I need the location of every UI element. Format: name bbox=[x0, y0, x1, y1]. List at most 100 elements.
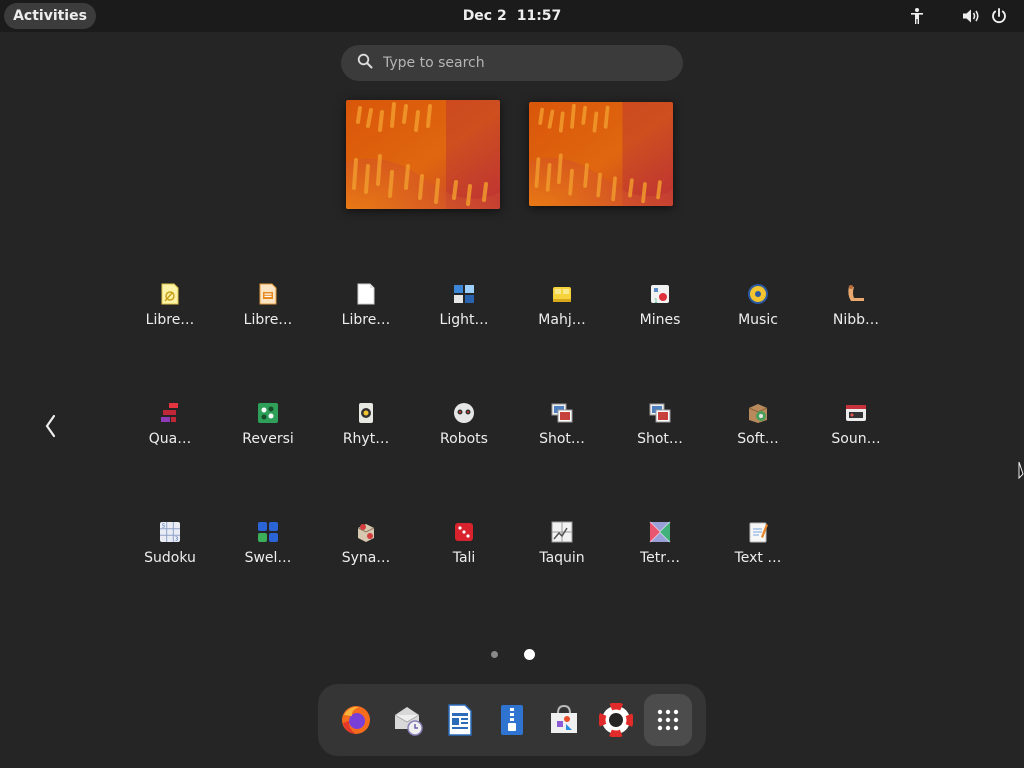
svg-text:3: 3 bbox=[175, 537, 178, 543]
app-tile[interactable]: Shot… bbox=[611, 391, 709, 471]
app-tile[interactable]: Swel… bbox=[219, 510, 317, 590]
power-icon[interactable] bbox=[990, 7, 1008, 25]
show-applications-icon bbox=[657, 709, 679, 731]
clock-time: 11:57 bbox=[516, 8, 562, 24]
app-tile[interactable]: Libre… bbox=[219, 272, 317, 352]
app-label: Sudoku bbox=[144, 550, 196, 566]
software-properties-icon bbox=[747, 402, 769, 424]
accessibility-icon[interactable] bbox=[908, 7, 926, 25]
text-editor-icon bbox=[747, 521, 769, 543]
app-tile[interactable]: Tali bbox=[415, 510, 513, 590]
nibbles-icon bbox=[845, 283, 867, 305]
app-tile[interactable]: Robots bbox=[415, 391, 513, 471]
top-bar: Activities Dec 2 11:57 bbox=[0, 0, 1024, 32]
dash-item-software[interactable] bbox=[540, 694, 588, 746]
app-label: Nibb… bbox=[832, 312, 880, 328]
app-tile[interactable]: Text … bbox=[709, 510, 807, 590]
dash-item-writer[interactable] bbox=[436, 694, 484, 746]
mahjongg-icon bbox=[551, 283, 573, 305]
app-tile[interactable]: Libre… bbox=[121, 272, 219, 352]
search-input[interactable] bbox=[383, 55, 663, 71]
app-tile[interactable]: 53 Sudoku bbox=[121, 510, 219, 590]
app-label: Mines bbox=[639, 312, 681, 328]
app-tile[interactable]: Libre… bbox=[317, 272, 415, 352]
dash-item-firefox[interactable] bbox=[332, 694, 380, 746]
app-label: Soun… bbox=[831, 431, 881, 447]
app-label: Soft… bbox=[737, 431, 779, 447]
text-document-icon bbox=[501, 705, 523, 735]
app-tile[interactable]: Soft… bbox=[709, 391, 807, 471]
app-label: Robots bbox=[440, 431, 488, 447]
clock-button[interactable]: Dec 2 11:57 bbox=[0, 0, 1024, 32]
search-icon bbox=[357, 53, 373, 73]
app-label: Light… bbox=[439, 312, 489, 328]
rhythmbox-icon bbox=[355, 402, 377, 424]
robots-icon bbox=[453, 402, 475, 424]
svg-text:1: 1 bbox=[654, 298, 658, 305]
swell-foop-icon bbox=[257, 521, 279, 543]
app-tile[interactable]: Soun… bbox=[807, 391, 905, 471]
app-tile[interactable]: Light… bbox=[415, 272, 513, 352]
wallpaper-image bbox=[346, 100, 500, 209]
app-label: Music bbox=[738, 312, 778, 328]
tetravex-icon bbox=[649, 521, 671, 543]
dash-item-mail[interactable] bbox=[384, 694, 432, 746]
firefox-icon bbox=[342, 706, 370, 734]
app-label: Libre… bbox=[341, 312, 391, 328]
shotwell-icon bbox=[551, 402, 573, 424]
app-label: Tali bbox=[452, 550, 476, 566]
app-tile[interactable]: Nibb… bbox=[807, 272, 905, 352]
volume-icon[interactable] bbox=[961, 7, 981, 25]
libreoffice-draw-icon bbox=[159, 283, 181, 305]
app-tile[interactable]: Tetr… bbox=[611, 510, 709, 590]
previous-page-button[interactable] bbox=[38, 408, 62, 444]
app-label: Taquin bbox=[539, 550, 585, 566]
libreoffice-impress-icon bbox=[257, 283, 279, 305]
app-tile[interactable]: Taquin bbox=[513, 510, 611, 590]
app-tile[interactable]: 1 Mines bbox=[611, 272, 709, 352]
app-label: Libre… bbox=[145, 312, 195, 328]
clock-date: Dec 2 bbox=[462, 8, 507, 24]
mines-icon: 1 bbox=[649, 283, 671, 305]
taquin-icon bbox=[551, 521, 573, 543]
workspace-thumbnail-2[interactable] bbox=[529, 102, 673, 206]
dash bbox=[318, 684, 706, 756]
quadrapassel-icon bbox=[159, 402, 181, 424]
app-label: Reversi bbox=[242, 431, 294, 447]
svg-text:5: 5 bbox=[162, 524, 165, 530]
app-label: Rhyt… bbox=[342, 431, 390, 447]
app-label: Syna… bbox=[341, 550, 391, 566]
music-icon bbox=[747, 283, 769, 305]
thunderbird-mail-icon bbox=[394, 707, 423, 736]
page-indicator-1[interactable] bbox=[491, 651, 498, 658]
app-tile[interactable]: Music bbox=[709, 272, 807, 352]
app-label: Text … bbox=[734, 550, 782, 566]
dash-item-document[interactable] bbox=[488, 694, 536, 746]
app-label: Tetr… bbox=[639, 550, 681, 566]
workspace-thumbnail-1[interactable] bbox=[346, 100, 500, 209]
app-tile[interactable]: Reversi bbox=[219, 391, 317, 471]
libreoffice-writer-icon bbox=[355, 283, 377, 305]
app-tile[interactable]: Mahj… bbox=[513, 272, 611, 352]
lightsoff-icon bbox=[453, 283, 475, 305]
app-tile[interactable]: Syna… bbox=[317, 510, 415, 590]
app-tile[interactable]: Qua… bbox=[121, 391, 219, 471]
show-applications-button[interactable] bbox=[644, 694, 692, 746]
app-label: Swel… bbox=[244, 550, 292, 566]
shotwell-viewer-icon bbox=[649, 402, 671, 424]
chevron-left-icon bbox=[45, 414, 56, 438]
app-tile[interactable]: Shot… bbox=[513, 391, 611, 471]
app-tile[interactable]: Rhyt… bbox=[317, 391, 415, 471]
page-indicator-2[interactable] bbox=[524, 649, 535, 660]
app-label: Qua… bbox=[148, 431, 192, 447]
app-label: Mahj… bbox=[538, 312, 586, 328]
dash-item-help[interactable] bbox=[592, 694, 640, 746]
mouse-pointer-icon bbox=[1016, 460, 1024, 480]
libreoffice-writer-icon bbox=[448, 704, 472, 736]
app-label: Shot… bbox=[539, 431, 585, 447]
ubuntu-software-icon bbox=[551, 704, 577, 733]
app-label: Shot… bbox=[637, 431, 683, 447]
reversi-icon bbox=[257, 402, 279, 424]
sudoku-icon: 53 bbox=[159, 521, 181, 543]
search-bar[interactable] bbox=[341, 45, 683, 81]
